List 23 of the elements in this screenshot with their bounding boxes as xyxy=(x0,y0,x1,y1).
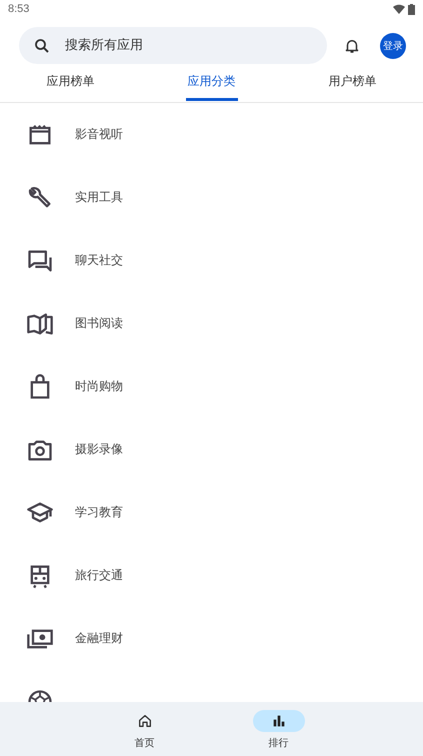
tab[interactable]: 用户榜单 xyxy=(326,64,378,101)
login-button[interactable]: 登录 xyxy=(380,32,406,58)
category-label[interactable]: 金融理财 xyxy=(75,630,123,647)
category-label[interactable]: 旅行交通 xyxy=(75,567,123,584)
wifi-icon xyxy=(393,4,405,14)
battery-icon xyxy=(408,4,415,14)
category-label[interactable]: 实用工具 xyxy=(75,189,123,206)
nav-item[interactable]: 首页 xyxy=(112,710,176,756)
category-label[interactable]: 聊天社交 xyxy=(75,252,123,269)
search-bar[interactable]: 搜索所有应用 xyxy=(19,27,327,64)
nav-item[interactable]: 排行 xyxy=(246,710,310,756)
category-label[interactable]: 时尚购物 xyxy=(75,378,123,395)
category-label[interactable]: 摄影录像 xyxy=(75,441,123,458)
category-label[interactable]: 学习教育 xyxy=(75,504,123,521)
home-icon xyxy=(136,713,152,729)
category-label[interactable]: 影音视听 xyxy=(75,126,123,143)
status-time: 8:53 xyxy=(8,3,30,15)
bar-chart-icon xyxy=(270,713,286,729)
tab[interactable]: 应用分类 xyxy=(186,64,238,101)
tab[interactable]: 应用榜单 xyxy=(44,64,96,101)
category-label[interactable]: 图书阅读 xyxy=(75,315,123,332)
search-icon xyxy=(33,36,51,54)
search-field[interactable]: 搜索所有应用 xyxy=(63,37,267,54)
